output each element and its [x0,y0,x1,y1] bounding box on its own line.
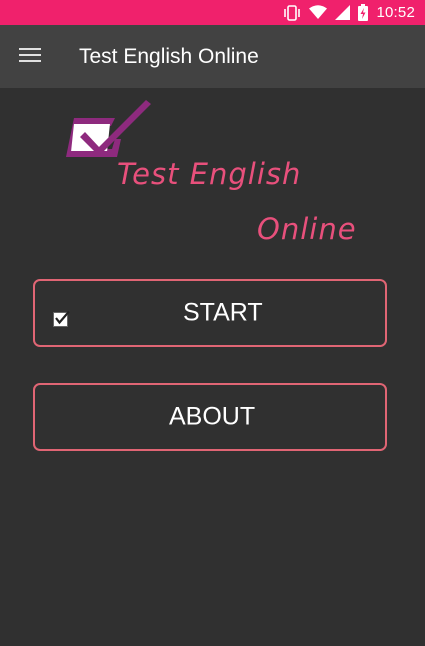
status-bar: 10:52 [0,0,425,25]
app-bar: Test English Online [0,25,425,88]
status-time: 10:52 [376,4,415,21]
status-icons: 10:52 [283,3,415,22]
about-button[interactable]: ABOUT [33,383,387,451]
app-title: Test English Online [79,45,259,68]
logo-text-line2: Online [257,212,357,246]
menu-button[interactable] [14,42,46,72]
app-logo: Test English Online [55,95,375,255]
start-button[interactable]: START [33,279,387,347]
about-button-label: ABOUT [169,402,256,431]
vibrate-icon [283,4,301,21]
signal-icon [335,5,351,20]
wifi-icon [309,5,328,20]
hamburger-menu-icon [19,47,41,68]
checkbox-icon [53,305,70,327]
logo-text-line1: Test English [117,157,302,191]
battery-charging-icon [358,4,369,21]
start-button-label: START [183,298,263,327]
